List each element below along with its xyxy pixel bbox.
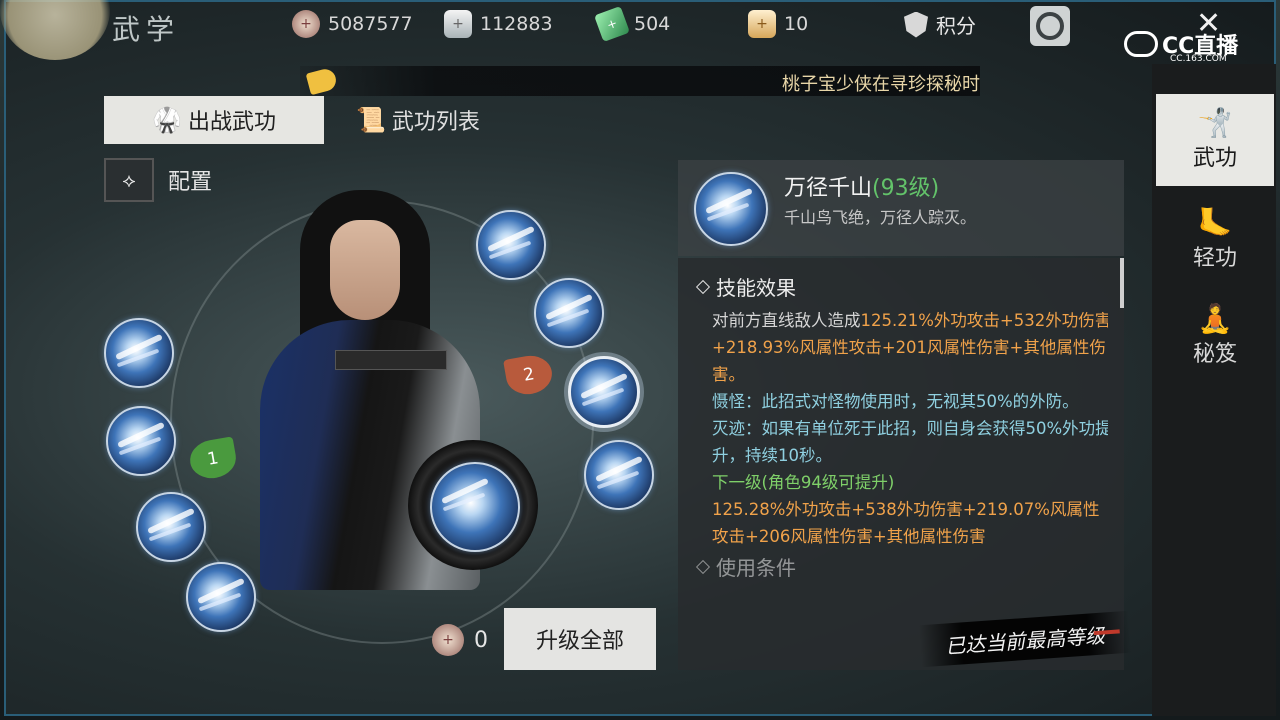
currency-coin[interactable]: + 5087577 bbox=[292, 10, 413, 38]
skill-detail-header: 万径千山(93级) 千山鸟飞绝，万径人踪灭。 bbox=[678, 160, 1124, 256]
points-button[interactable]: 积分 bbox=[904, 10, 976, 39]
coin-icon: + bbox=[292, 10, 320, 38]
config-button[interactable]: ⟡ 配置 bbox=[104, 158, 212, 202]
next-level-title: 下一级(角色94级可提升) bbox=[712, 473, 895, 492]
skill-slot-left-1[interactable] bbox=[104, 318, 174, 388]
skill-slot-right-2[interactable] bbox=[534, 278, 604, 348]
effects-section-title: 技能效果 bbox=[695, 272, 1108, 301]
currency-jade[interactable]: + 504 bbox=[594, 6, 671, 42]
cloud-icon bbox=[1124, 31, 1158, 57]
config-label: 配置 bbox=[168, 170, 213, 195]
sidenav-item-secret-manual[interactable]: 🧘 秘笈 bbox=[1156, 290, 1274, 382]
banner-message: 桃子宝少侠在寻珍探秘时 bbox=[782, 74, 980, 95]
coin-icon: + bbox=[432, 624, 464, 656]
link-icon: ⟡ bbox=[104, 158, 154, 202]
cc-live-logo: CC直播 CC.163.COM bbox=[1124, 28, 1238, 64]
tab-label: 出战武功 bbox=[187, 110, 276, 135]
skill-slot-right-1[interactable] bbox=[476, 210, 546, 280]
diamond-icon bbox=[695, 279, 711, 295]
gear-icon bbox=[1036, 12, 1064, 40]
ultimate-skill-slot[interactable] bbox=[408, 440, 538, 570]
diamond-icon bbox=[695, 559, 711, 575]
cost-value: 0 bbox=[474, 627, 488, 653]
scroll-icon: 📜 bbox=[356, 106, 386, 134]
fighter-icon: 🥋 bbox=[152, 106, 182, 134]
page-title: 武学 bbox=[112, 13, 181, 46]
martial-arts-icon: 🤺 bbox=[1197, 106, 1233, 139]
light-skill-icon: 🦶 bbox=[1197, 206, 1233, 239]
nav-label: 武功 bbox=[1192, 146, 1237, 171]
nav-label: 秘笈 bbox=[1192, 342, 1237, 367]
tab-skill-list[interactable]: 📜 武功列表 bbox=[356, 96, 480, 144]
skill-level: (93级) bbox=[872, 176, 940, 201]
currency-gold[interactable]: + 10 bbox=[748, 10, 808, 38]
currency-value: 10 bbox=[784, 13, 809, 35]
skill-slot-left-4[interactable] bbox=[186, 562, 256, 632]
skill-slot-left-3[interactable] bbox=[136, 492, 206, 562]
selected-skill-icon bbox=[694, 172, 768, 246]
silver-ingot-icon: + bbox=[444, 10, 472, 38]
jade-icon: + bbox=[594, 6, 630, 42]
usage-section-title: 使用条件 bbox=[695, 552, 1108, 581]
upgrade-cost: + 0 bbox=[432, 624, 488, 656]
mieji-effect: 灭迹：如果有单位死于此招，则自身会获得50%外功提升，持续10秒。 bbox=[712, 419, 1108, 465]
nav-label: 轻功 bbox=[1192, 246, 1237, 271]
currency-value: 5087577 bbox=[328, 13, 413, 35]
skill-flavor-text: 千山鸟飞绝，万径人踪灭。 bbox=[784, 208, 977, 227]
secret-manual-icon: 🧘 bbox=[1197, 302, 1233, 335]
tab-active-skills[interactable]: 🥋 出战武功 bbox=[104, 96, 324, 144]
effect-text: 对前方直线敌人造成125.21%外功攻击+532外功伤害+218.93%风属性攻… bbox=[712, 311, 1108, 384]
moon-decoration bbox=[0, 0, 110, 60]
skill-detail-body[interactable]: 技能效果 对前方直线敌人造成125.21%外功攻击+532外功伤害+218.93… bbox=[678, 258, 1124, 670]
skill-slot-left-2[interactable] bbox=[106, 406, 176, 476]
currency-value: 504 bbox=[634, 13, 671, 35]
sidenav-item-light-skill[interactable]: 🦶 轻功 bbox=[1156, 194, 1274, 286]
shield-icon bbox=[904, 11, 928, 38]
next-level-effect: 125.28%外功攻击+538外功伤害+219.07%风属性攻击+206风属性伤… bbox=[712, 500, 1100, 546]
announcement-banner: 桃子宝少侠在寻珍探秘时 bbox=[300, 66, 980, 96]
upgrade-all-button[interactable]: 升级全部 bbox=[504, 608, 656, 670]
skill-slot-right-4[interactable] bbox=[584, 440, 654, 510]
skill-title: 万径千山(93级) bbox=[784, 170, 939, 202]
skill-name: 万径千山 bbox=[784, 176, 873, 201]
tab-label: 武功列表 bbox=[391, 110, 480, 135]
skill-slot-right-3-selected[interactable] bbox=[568, 356, 640, 428]
side-nav: 🤺 武功 🦶 轻功 🧘 秘笈 bbox=[1152, 64, 1276, 716]
currency-silver[interactable]: + 112883 bbox=[444, 10, 553, 38]
ultimate-skill-icon bbox=[430, 462, 520, 552]
scrollbar[interactable] bbox=[1120, 258, 1124, 308]
currency-value: 112883 bbox=[480, 13, 553, 35]
shekuai-effect: 慑怪：此招式对怪物使用时，无视其50%的外防。 bbox=[712, 392, 1079, 411]
gold-ingot-icon: + bbox=[748, 10, 776, 38]
top-bar: 武学 + 5087577 + 112883 + 504 + 10 积分 ✕ CC… bbox=[0, 0, 1280, 64]
sidenav-item-martial-arts[interactable]: 🤺 武功 bbox=[1156, 94, 1274, 186]
horn-icon bbox=[305, 66, 339, 96]
settings-button[interactable] bbox=[1030, 6, 1070, 46]
points-label: 积分 bbox=[936, 14, 976, 38]
skill-detail-scroll[interactable]: 技能效果 对前方直线敌人造成125.21%外功攻击+532外功伤害+218.93… bbox=[678, 258, 1108, 588]
logo-subtext: CC.163.COM bbox=[1170, 54, 1227, 64]
